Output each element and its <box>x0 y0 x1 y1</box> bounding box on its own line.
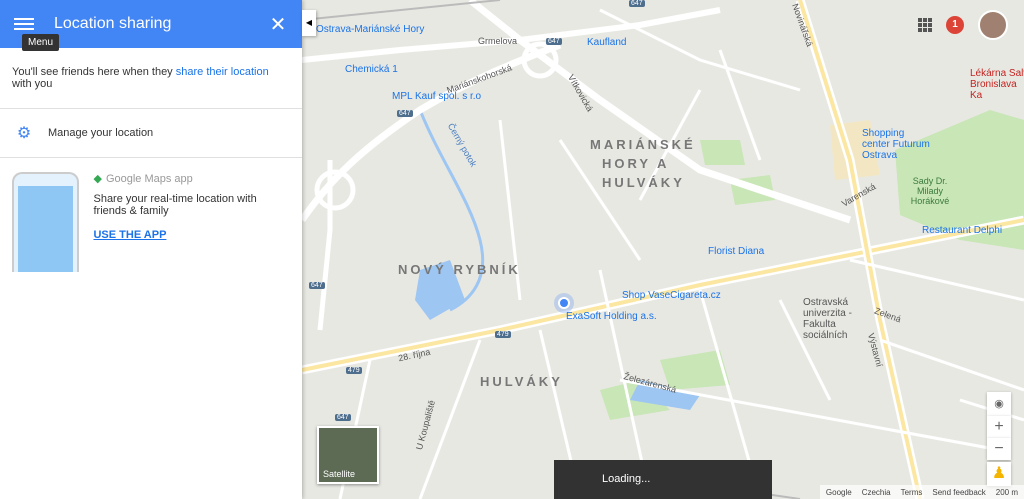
road-shield: 647 <box>309 282 325 289</box>
app-description: Share your real-time location with frien… <box>93 193 257 217</box>
poi-label[interactable]: Florist Diana <box>708 246 764 257</box>
app-name: ◆ Google Maps app <box>93 172 193 186</box>
loading-text: Loading... <box>602 473 651 485</box>
info-suffix: with you <box>12 78 53 90</box>
map-footer: Google Czechia Terms Send feedback 200 m <box>819 485 1024 499</box>
zoom-in-button[interactable]: + <box>987 416 1011 438</box>
zoom-out-button[interactable]: − <box>987 438 1011 460</box>
road-shield: 479 <box>495 331 511 338</box>
poi-label[interactable]: Restaurant Delphi <box>922 225 1002 236</box>
share-location-link[interactable]: share their location <box>176 66 269 78</box>
street-label: Grmelova <box>478 36 518 46</box>
road-shield: 647 <box>629 0 645 7</box>
road-shield: 647 <box>397 110 413 117</box>
poi-label[interactable]: Chemická 1 <box>345 64 398 75</box>
poi-label[interactable]: MPL Kauf spol. s r.o <box>392 91 481 102</box>
avatar[interactable] <box>978 10 1008 40</box>
poi-label[interactable]: ExaSoft Holding a.s. <box>566 311 657 322</box>
account-bar: 1 <box>918 10 1008 40</box>
panel-title: Location sharing <box>54 15 172 32</box>
app-promo: ◆ Google Maps app Share your real-time lo… <box>0 158 302 286</box>
location-sharing-panel: Location sharing ✕ Menu You'll see frien… <box>0 0 302 499</box>
menu-tooltip: Menu <box>22 34 60 51</box>
district-label: MARIÁNSKÉ <box>590 137 696 152</box>
poi-label[interactable]: Shop VaseCigareta.cz <box>622 290 721 301</box>
satellite-toggle[interactable]: Satellite <box>317 426 379 484</box>
use-the-app-button[interactable]: USE THE APP <box>93 229 290 241</box>
collapse-panel-button[interactable]: ◀ <box>302 10 316 36</box>
poi-label[interactable]: Shopping center Futurum Ostrava <box>862 128 932 161</box>
road-shield: 479 <box>346 367 362 374</box>
poi-label[interactable]: Ostrava-Mariánské Hory <box>316 24 424 35</box>
poi-label[interactable]: Ostravská univerzita - Fakulta sociálníc… <box>803 297 863 341</box>
manage-location-row[interactable]: ⚙ Manage your location <box>0 109 302 158</box>
chevron-left-icon: ◀ <box>305 18 313 27</box>
phone-illustration <box>12 172 80 272</box>
info-prefix: You'll see friends here when they <box>12 66 176 78</box>
country-label: Czechia <box>861 487 891 497</box>
maps-logo-icon: ◆ <box>93 173 102 185</box>
poi-label[interactable]: Kaufland <box>587 37 626 48</box>
satellite-label: Satellite <box>323 469 356 479</box>
gear-icon: ⚙ <box>16 125 32 142</box>
apps-grid-icon[interactable] <box>918 18 932 32</box>
menu-icon[interactable] <box>14 15 34 33</box>
road-shield: 647 <box>546 38 562 45</box>
terms-link[interactable]: Terms <box>901 488 923 497</box>
district-label: HULVÁKY <box>602 175 685 190</box>
google-attribution: Google <box>825 487 852 497</box>
park-label: Sady Dr. Milady Horákové <box>910 176 950 206</box>
feedback-link[interactable]: Send feedback <box>932 488 985 497</box>
my-location-button[interactable]: ◉ <box>987 392 1011 416</box>
friends-info: You'll see friends here when they share … <box>0 48 302 109</box>
manage-location-label: Manage your location <box>48 127 154 139</box>
district-label: HORY A <box>602 156 670 171</box>
district-label: HULVÁKY <box>480 374 563 389</box>
poi-label[interactable]: Lékárna Salv Bronislava Ka <box>970 68 1024 101</box>
loading-toast: Loading... <box>554 460 772 499</box>
pegman-icon[interactable]: ♟ <box>987 462 1011 486</box>
scale-bar[interactable]: 200 m <box>996 488 1018 497</box>
road-shield: 647 <box>335 414 351 421</box>
district-label: NOVÝ RYBNÍK <box>398 262 521 277</box>
notifications-badge[interactable]: 1 <box>946 16 964 34</box>
crosshair-icon: ◉ <box>994 398 1004 410</box>
close-icon[interactable]: ✕ <box>254 12 302 37</box>
